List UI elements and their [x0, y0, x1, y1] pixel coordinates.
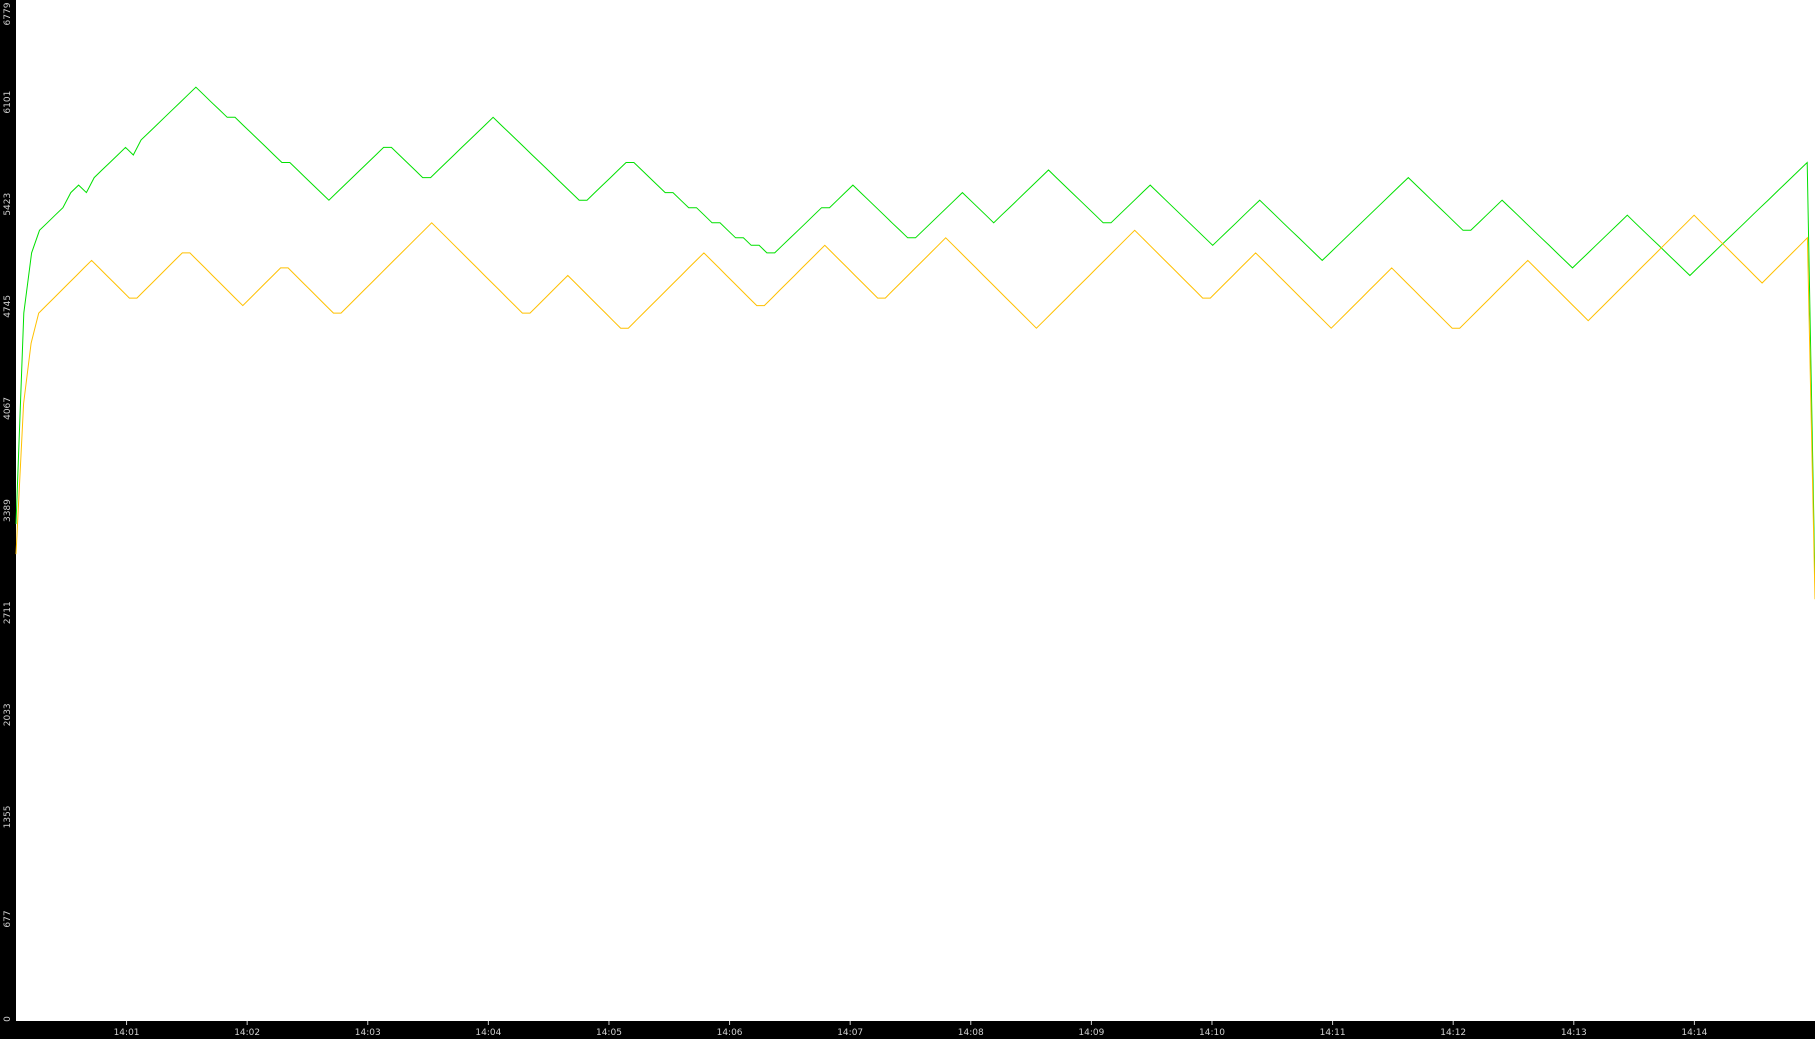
x-tick-label: 14:01 [114, 1028, 140, 1038]
y-tick-label: 6101 [3, 91, 13, 114]
y-tick-label: 1355 [3, 805, 13, 828]
y-tick-label: 0 [3, 1016, 13, 1022]
y-tick-label: 2711 [3, 601, 13, 624]
x-tick-label: 14:11 [1320, 1028, 1346, 1038]
x-tick-label: 14:02 [234, 1028, 260, 1038]
y-tick-label: 2033 [3, 703, 13, 726]
y-tick-label: 4745 [3, 295, 13, 318]
plot-area [16, 0, 1815, 1021]
line-chart: 0 677 1355 2033 2711 3389 4067 4745 5423 6101 6779… [0, 0, 1815, 1039]
x-tick-label: 14:14 [1681, 1028, 1707, 1038]
y-tick-label: 3389 [3, 499, 13, 522]
x-tick-label: 14:12 [1440, 1028, 1466, 1038]
x-tick-label: 14:09 [1078, 1028, 1104, 1038]
x-tick-label: 14:13 [1561, 1028, 1587, 1038]
x-tick-label: 14:07 [837, 1028, 863, 1038]
y-tick-label: 4067 [3, 397, 13, 420]
y-tick-label: 677 [3, 910, 13, 927]
y-tick-label: 6779 [3, 2, 13, 25]
chart-canvas: 0 677 1355 2033 2711 3389 4067 4745 5423 6101 6779… [0, 0, 1815, 1039]
x-tick-label: 14:05 [596, 1028, 622, 1038]
x-tick-label: 14:08 [958, 1028, 984, 1038]
x-tick-label: 14:03 [355, 1028, 381, 1038]
x-tick-label: 14:04 [475, 1028, 501, 1038]
x-tick-label: 14:10 [1199, 1028, 1225, 1038]
x-tick-label: 14:06 [717, 1028, 743, 1038]
y-tick-label: 5423 [3, 193, 13, 216]
